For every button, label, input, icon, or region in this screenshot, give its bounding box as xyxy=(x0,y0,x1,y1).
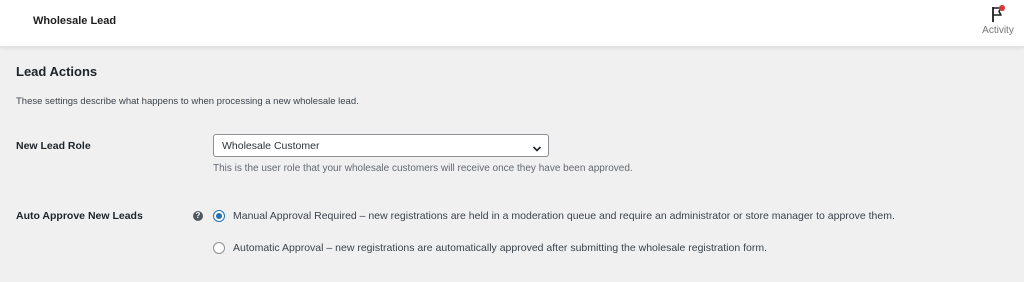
section-title: Lead Actions xyxy=(16,64,98,79)
activity-label: Activity xyxy=(982,25,1014,36)
radio-manual-approval-label[interactable]: Manual Approval Required – new registrat… xyxy=(233,210,895,222)
flag-icon xyxy=(988,4,1008,24)
new-lead-role-select[interactable]: Wholesale Customer xyxy=(213,134,549,157)
top-bar: Wholesale Lead Activity xyxy=(0,0,1024,47)
chevron-down-icon xyxy=(532,141,542,152)
radio-button-checked[interactable] xyxy=(213,210,225,222)
activity-button[interactable]: Activity xyxy=(978,4,1018,36)
notification-dot xyxy=(999,5,1005,11)
page-title: Wholesale Lead xyxy=(33,15,117,27)
auto-approve-label: Auto Approve New Leads xyxy=(16,210,143,222)
radio-button-unchecked[interactable] xyxy=(213,242,225,254)
radio-automatic-approval-label[interactable]: Automatic Approval – new registrations a… xyxy=(233,242,767,254)
help-icon[interactable]: ? xyxy=(193,211,203,221)
new-lead-role-help: This is the user role that your wholesal… xyxy=(213,163,633,174)
new-lead-role-value: Wholesale Customer xyxy=(222,140,320,152)
section-description: These settings describe what happens to … xyxy=(16,96,359,107)
new-lead-role-label: New Lead Role xyxy=(16,140,91,152)
